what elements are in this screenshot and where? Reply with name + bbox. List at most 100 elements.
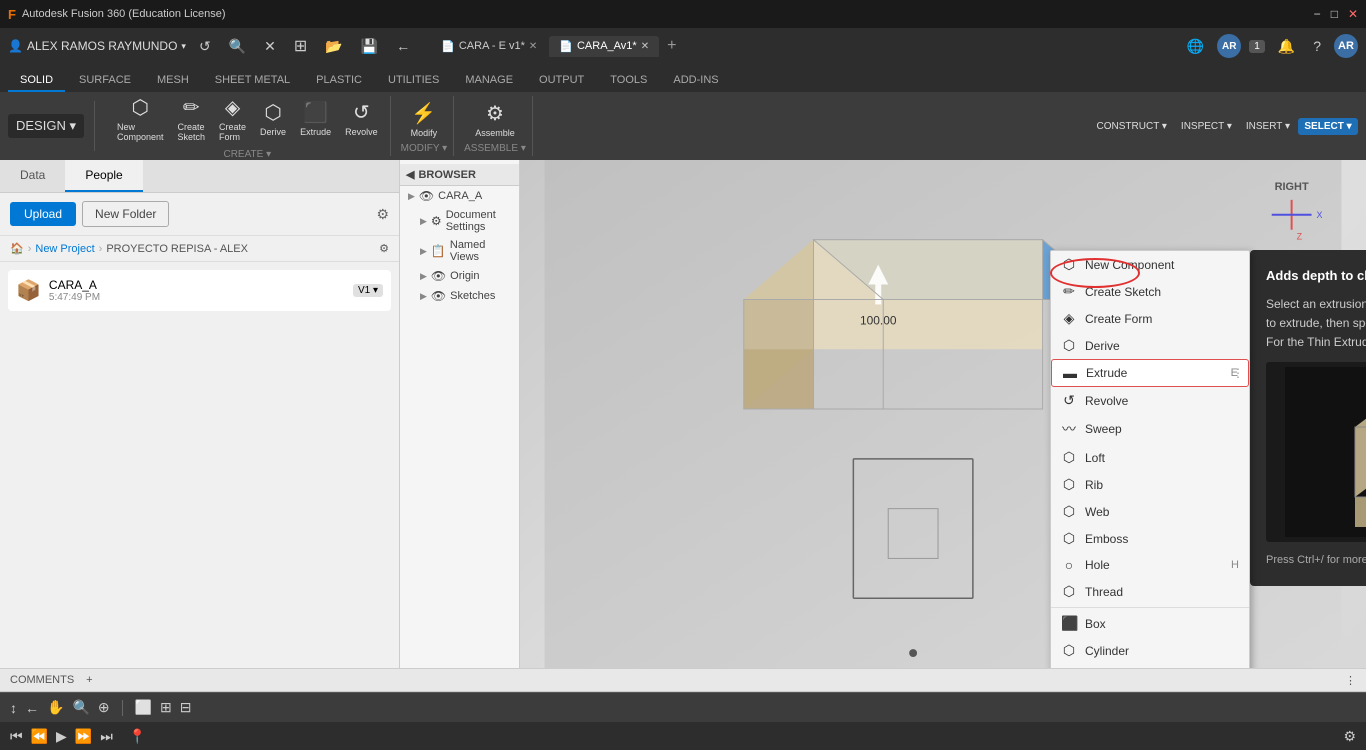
panel-close-button[interactable]: ✕ xyxy=(259,36,281,57)
timeline-play-fwd-button[interactable]: ⏭ xyxy=(100,728,113,745)
snap-icon[interactable]: ⊟ xyxy=(180,699,192,716)
timeline-play-back-button[interactable]: ⏮ xyxy=(10,728,23,745)
browser-item-origin[interactable]: ▶ 👁 Origin xyxy=(412,266,519,286)
save-button[interactable]: 💾 xyxy=(356,36,383,57)
menu-loft[interactable]: ⬡ Loft xyxy=(1051,444,1249,471)
ribbon-tab-sheet-metal[interactable]: SHEET METAL xyxy=(203,70,302,92)
display-mode-icon[interactable]: ⬜ xyxy=(135,699,152,716)
ribbon-tab-manage[interactable]: MANAGE xyxy=(453,70,525,92)
tab-cara-e-close-icon[interactable]: ✕ xyxy=(529,41,537,52)
file-version-badge[interactable]: V1 ▾ xyxy=(353,284,383,297)
ribbon-tab-tools[interactable]: TOOLS xyxy=(598,70,659,92)
menu-separator-1 xyxy=(1051,607,1249,608)
menu-create-form[interactable]: ◈ Create Form xyxy=(1051,305,1249,332)
ribbon-new-component-button[interactable]: ⬡ NewComponent xyxy=(111,92,170,145)
close-button[interactable]: ✕ xyxy=(1348,7,1358,21)
timeline-play-button[interactable]: ▶ xyxy=(56,728,67,745)
network-button[interactable]: 🌐 xyxy=(1182,36,1209,57)
notification-bell-button[interactable]: 🔔 xyxy=(1273,36,1300,57)
new-tab-button[interactable]: + xyxy=(661,37,682,55)
ribbon-tab-utilities[interactable]: UTILITIES xyxy=(376,70,451,92)
ribbon-modify-btn[interactable]: ⚡ Modify xyxy=(405,98,444,141)
ribbon-tab-add-ins[interactable]: ADD-INS xyxy=(661,70,730,92)
ribbon-tab-output[interactable]: OUTPUT xyxy=(527,70,596,92)
breadcrumb-settings-icon[interactable]: ⚙ xyxy=(379,242,389,255)
ribbon-derive-button[interactable]: ⬡ Derive xyxy=(254,92,292,145)
grid-toggle-icon[interactable]: ⊞ xyxy=(160,699,172,716)
refresh-button[interactable]: ↺ xyxy=(194,36,216,57)
menu-box[interactable]: ⬛ Box xyxy=(1051,610,1249,637)
tab-cara-a[interactable]: 📄 CARA_Av1* ✕ xyxy=(549,36,659,57)
ribbon-tab-solid[interactable]: SOLID xyxy=(8,70,65,92)
menu-sweep[interactable]: 〰 Sweep xyxy=(1051,414,1249,444)
ribbon-tab-plastic[interactable]: PLASTIC xyxy=(304,70,374,92)
tab-cara-a-close-icon[interactable]: ✕ xyxy=(641,41,649,52)
timeline-step-back-button[interactable]: ⏪ xyxy=(31,728,48,745)
minimize-button[interactable]: − xyxy=(1314,7,1321,21)
timeline-settings-button[interactable]: ⚙ xyxy=(1343,728,1356,745)
search-button[interactable]: 🔍 xyxy=(224,36,251,57)
open-button[interactable]: 📂 xyxy=(320,36,347,57)
menu-revolve[interactable]: ↺ Revolve xyxy=(1051,387,1249,414)
ribbon-tab-mesh[interactable]: MESH xyxy=(145,70,201,92)
timeline-step-fwd-button[interactable]: ⏩ xyxy=(75,728,92,745)
construct-dropdown[interactable]: CONSTRUCT ▾ xyxy=(1091,118,1173,135)
breadcrumb-project[interactable]: New Project xyxy=(35,243,94,255)
apps-grid-button[interactable]: ⊞ xyxy=(289,34,312,58)
pan-icon[interactable]: ✋ xyxy=(47,699,64,716)
menu-rib[interactable]: ⬡ Rib xyxy=(1051,471,1249,498)
ribbon-revolve-button[interactable]: ↺ Revolve xyxy=(339,92,384,145)
browser-doc-label: Document Settings xyxy=(446,209,511,233)
extrude-more-icon[interactable]: ⋮ xyxy=(1232,366,1244,380)
home-icon[interactable]: 🏠 xyxy=(10,242,24,255)
menu-create-sketch[interactable]: ✏ Create Sketch xyxy=(1051,278,1249,305)
menu-sphere[interactable]: ● Sphere xyxy=(1051,664,1249,668)
viewport[interactable]: 100.00 RIGHT Z X xyxy=(520,160,1366,668)
pan-left-icon[interactable]: ← xyxy=(25,700,39,716)
tab-cara-e[interactable]: 📄 CARA - E v1* ✕ xyxy=(431,36,547,57)
browser-item-doc-settings[interactable]: ▶ ⚙ Document Settings xyxy=(412,206,519,236)
comments-label: COMMENTS xyxy=(10,674,74,686)
add-comment-icon[interactable]: + xyxy=(86,674,92,686)
panel-settings-button[interactable]: ⚙ xyxy=(376,206,389,223)
data-tab[interactable]: Data xyxy=(0,160,65,192)
ribbon-tab-surface[interactable]: SURFACE xyxy=(67,70,143,92)
design-dropdown[interactable]: DESIGN ▾ xyxy=(8,114,84,138)
orbit-icon[interactable]: ↕ xyxy=(10,700,17,716)
menu-loft-label: Loft xyxy=(1085,451,1105,465)
menu-hole[interactable]: ○ Hole H xyxy=(1051,552,1249,578)
browser-item-sketches[interactable]: ▶ 👁 Sketches xyxy=(412,286,519,306)
help-button[interactable]: ? xyxy=(1308,36,1326,56)
zoom-extent-icon[interactable]: ⊕ xyxy=(98,699,110,716)
new-folder-button[interactable]: New Folder xyxy=(82,201,169,227)
menu-extrude[interactable]: ▬ Extrude E ⋮ xyxy=(1051,359,1249,387)
people-tab[interactable]: People xyxy=(65,160,142,192)
browser-item-named-views[interactable]: ▶ 📋 Named Views xyxy=(412,236,519,266)
browser-item-cara-a[interactable]: ▶ 👁 CARA_A xyxy=(400,186,519,206)
browser-toggle-icon[interactable]: ◀ xyxy=(406,168,414,181)
file-item-cara-a[interactable]: 📦 CARA_A 5:47:49 PM V1 ▾ xyxy=(8,270,391,311)
notification-count[interactable]: 1 xyxy=(1249,40,1265,53)
ribbon-create-sketch-button[interactable]: ✏ CreateSketch xyxy=(172,92,212,145)
browser-origin-label: Origin xyxy=(450,270,479,282)
user-profile[interactable]: 👤 ALEX RAMOS RAYMUNDO ▾ xyxy=(8,39,186,53)
tab-cara-a-label: CARA_Av1* xyxy=(577,40,637,52)
comments-collapse-icon[interactable]: ⋮ xyxy=(1345,674,1356,687)
select-dropdown[interactable]: SELECT ▾ xyxy=(1298,118,1358,135)
menu-new-component[interactable]: ⬡ New Component xyxy=(1051,251,1249,278)
ribbon-assemble-btn[interactable]: ⚙ Assemble xyxy=(469,98,521,141)
ribbon-create-form-button[interactable]: ◈ CreateForm xyxy=(213,92,252,145)
maximize-button[interactable]: □ xyxy=(1331,7,1338,21)
menu-thread[interactable]: ⬡ Thread xyxy=(1051,578,1249,605)
menu-cylinder[interactable]: ⬡ Cylinder xyxy=(1051,637,1249,664)
nav-back-button[interactable]: ← xyxy=(391,36,415,56)
menu-derive[interactable]: ⬡ Derive xyxy=(1051,332,1249,359)
insert-dropdown[interactable]: INSERT ▾ xyxy=(1240,118,1296,135)
menu-web[interactable]: ⬡ Web xyxy=(1051,498,1249,525)
zoom-icon[interactable]: 🔍 xyxy=(72,699,89,716)
ribbon-extrude-button[interactable]: ⬛ Extrude xyxy=(294,92,337,145)
user-avatar-badge[interactable]: AR xyxy=(1334,34,1358,58)
upload-button[interactable]: Upload xyxy=(10,202,76,226)
menu-emboss[interactable]: ⬡ Emboss xyxy=(1051,525,1249,552)
inspect-dropdown[interactable]: INSPECT ▾ xyxy=(1175,118,1238,135)
